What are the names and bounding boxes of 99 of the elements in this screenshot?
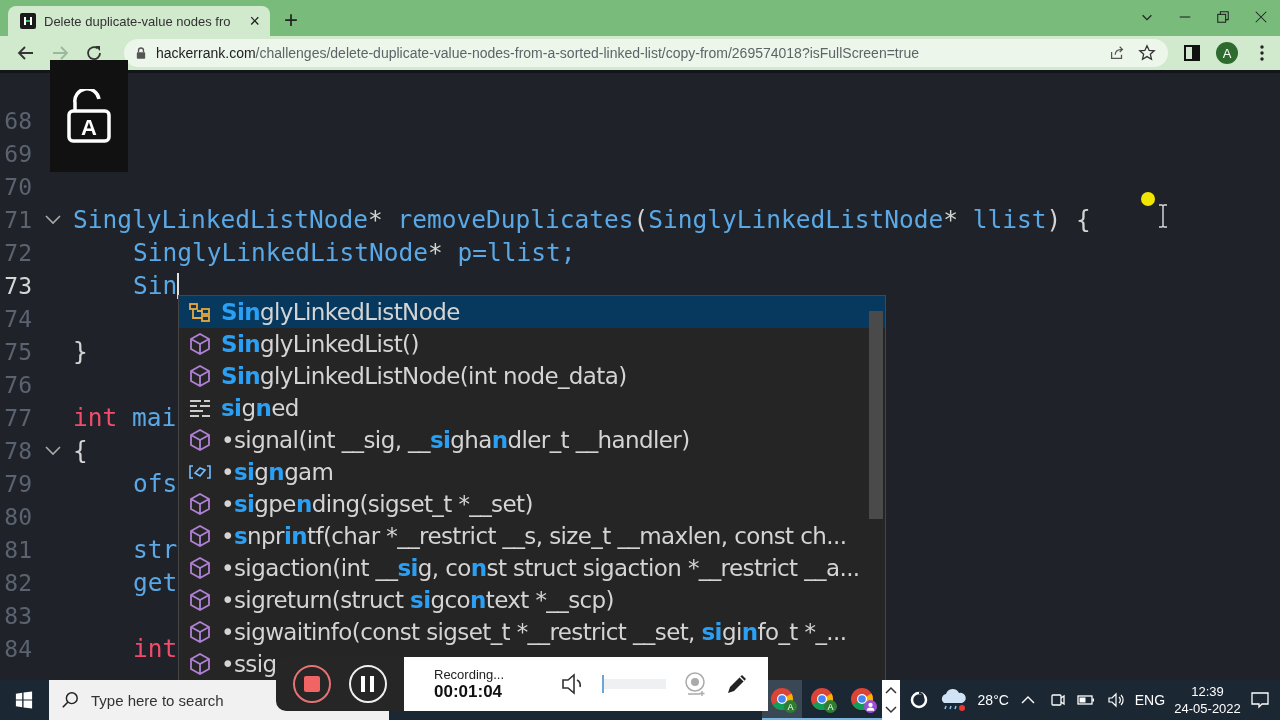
suggestion-label: •sigreturn(struct sigcontext *__scp) (221, 587, 614, 613)
line-number: 80 (3, 503, 32, 530)
cube-icon (189, 653, 211, 675)
line-number: 84 (3, 635, 32, 662)
code-line: } (73, 337, 88, 366)
suggestion-item[interactable]: •sigwaitinfo(const sigset_t *__restrict __set, siginfo_t *_... (179, 616, 849, 648)
close-icon[interactable] (1254, 10, 1268, 24)
line-number: 81 (3, 536, 32, 563)
person-badge-icon (864, 700, 877, 713)
cube-icon (189, 333, 211, 355)
cube-icon (189, 557, 211, 579)
class-icon (189, 301, 211, 323)
suggestion-label: SinglyLinkedList() (221, 331, 419, 357)
line-number: 68 (3, 107, 32, 134)
temperature-label[interactable]: 28°C (977, 692, 1009, 708)
suggestion-item[interactable]: •signgam (179, 456, 336, 488)
cube-icon (189, 429, 211, 451)
notification-icon[interactable] (1250, 690, 1270, 710)
code-line: ofs (133, 469, 178, 498)
line-number: 78 (3, 437, 32, 464)
clock-date[interactable]: 24-05-2022 (1174, 700, 1241, 717)
code-line: get (133, 568, 178, 597)
suggestion-item[interactable]: •ssig (179, 648, 279, 680)
cube-icon (189, 525, 211, 547)
language-indicator[interactable]: ENG (1134, 692, 1166, 708)
cube-icon (189, 365, 211, 387)
suggestion-item[interactable]: •sigpending(sigset_t *__set) (179, 488, 535, 520)
line-number: 77 (3, 404, 32, 431)
clock-time[interactable]: 12:39 (1191, 683, 1224, 700)
restore-icon[interactable] (1216, 10, 1230, 24)
cube-icon (189, 621, 211, 643)
line-number: 73 (3, 272, 32, 299)
cube-icon (189, 589, 211, 611)
suggestion-item[interactable]: •sigreturn(struct sigcontext *__scp) (179, 584, 616, 616)
line-number: 79 (3, 470, 32, 497)
code-line: { (73, 436, 88, 465)
address-bar[interactable]: hackerrank.com/challenges/delete-duplicate-value-nodes-from-a-sorted-linked-list/copy-from/269574018?isFullScreen=true (124, 39, 1168, 67)
stop-button[interactable] (293, 665, 332, 703)
code-line: int mai (73, 403, 177, 432)
suggestion-label: •signgam (221, 459, 334, 485)
suggestion-label: •ssig (221, 651, 277, 677)
scroll-arrows-icon[interactable] (882, 680, 900, 720)
line-number: 83 (3, 602, 32, 629)
line-number: 74 (3, 305, 32, 332)
suggestion-item[interactable]: SinglyLinkedList() (179, 328, 421, 360)
recording-status: Recording... (434, 666, 506, 682)
suggestion-label: •signal(int __sig, __sighandler_t __handler) (221, 427, 690, 453)
code-line: SinglyLinkedListNode* removeDuplicates(SinglyLinkedListNode* llist) { (73, 205, 1091, 234)
suggestion-item[interactable]: SinglyLinkedListNode(int node_data) (179, 360, 629, 392)
line-number: 72 (3, 239, 32, 266)
site-logo-icon (20, 13, 36, 29)
code-line: int (133, 634, 178, 663)
new-tab-button[interactable]: + (284, 7, 298, 33)
tab-title: Delete duplicate-value nodes fro (44, 13, 232, 29)
tab-close-button[interactable]: × (249, 10, 260, 32)
lock-icon (136, 47, 146, 59)
code-line: Sin (133, 271, 180, 300)
windows-start-icon[interactable] (15, 691, 33, 709)
suggestion-label: SinglyLinkedListNode (221, 299, 460, 325)
text-cursor-icon (1158, 204, 1168, 228)
line-number: 82 (3, 569, 32, 596)
suggestion-label: •sigaction(int __sig, const struct sigaction *__restrict __a... (221, 555, 860, 581)
pause-button[interactable] (348, 665, 387, 703)
url-text: hackerrank.com/challenges/delete-duplicate-value-nodes-from-a-sorted-linked-list/copy-from/269574018?isFullScreen=true (156, 45, 919, 61)
taskbar-app[interactable]: A (802, 680, 842, 720)
search-icon (61, 691, 79, 709)
share-icon[interactable] (1108, 44, 1126, 62)
suggestion-item[interactable]: signed (179, 392, 301, 424)
line-number: 70 (3, 173, 32, 200)
browser-tab[interactable]: Delete duplicate-value nodes fro × (8, 6, 270, 36)
star-icon[interactable] (1138, 44, 1156, 62)
line-number: 69 (3, 140, 32, 167)
reload-icon[interactable] (84, 43, 104, 63)
keyword-icon (189, 397, 211, 419)
speaker-icon[interactable] (1105, 690, 1126, 710)
cube-icon (189, 493, 211, 515)
profile-badge: A (784, 700, 797, 713)
suggestion-item[interactable]: SinglyLinkedListNode (179, 296, 885, 328)
profile-avatar[interactable]: A (1216, 42, 1238, 64)
side-panel-icon[interactable] (1182, 43, 1202, 63)
suggestion-item[interactable]: •sigaction(int __sig, const struct sigaction *__restrict __a... (179, 552, 862, 584)
line-number: 75 (3, 338, 32, 365)
profile-badge: A (824, 700, 837, 713)
line-number: 76 (3, 371, 32, 398)
suggestion-label: •snprintf(char *__restrict __s, size_t __maxlen, const ch... (221, 523, 847, 549)
suggestion-label: SinglyLinkedListNode(int node_data) (221, 363, 627, 389)
code-line: SinglyLinkedListNode* p=llist; (133, 238, 576, 267)
suggestion-label: •sigpending(sigset_t *__set) (221, 491, 533, 517)
suggestion-item[interactable]: •signal(int __sig, __sighandler_t __handler) (179, 424, 692, 456)
fold-chevron-icon[interactable] (44, 214, 61, 225)
recording-timer: 00:01:04 (434, 681, 504, 702)
fold-chevron-icon[interactable] (44, 445, 61, 456)
suggestion-item[interactable]: •snprintf(char *__restrict __s, size_t __maxlen, const ch... (179, 520, 849, 552)
suggestion-label: signed (221, 395, 299, 421)
line-number: 71 (3, 206, 32, 233)
swirl-icon[interactable] (909, 690, 930, 710)
suggestion-label: •sigwaitinfo(const sigset_t *__restrict __set, siginfo_t *_... (221, 619, 847, 645)
code-line: str (133, 535, 178, 564)
scrollbar-thumb[interactable] (869, 311, 883, 519)
